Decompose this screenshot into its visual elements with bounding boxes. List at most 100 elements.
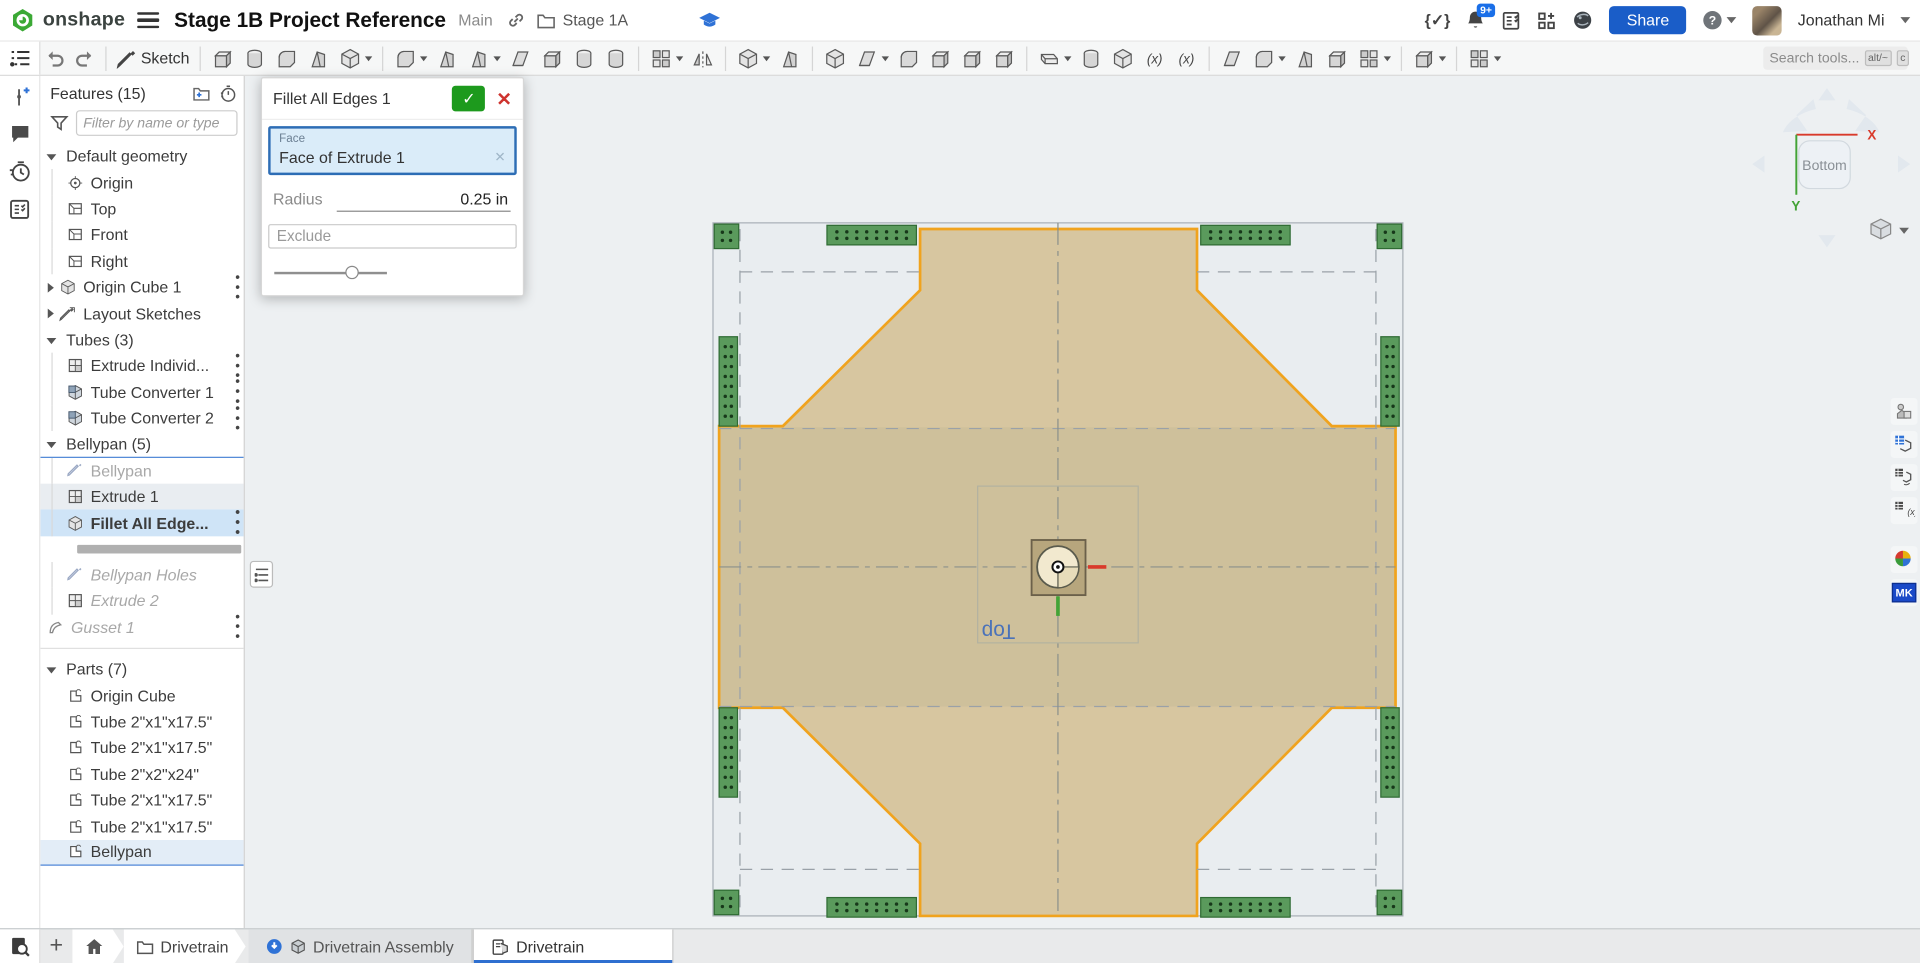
collapse-icon[interactable] (47, 668, 57, 674)
feature-filter-input[interactable] (76, 110, 238, 136)
release-management-icon[interactable] (1502, 10, 1522, 30)
feature-list-flyout-button[interactable] (250, 561, 273, 588)
feature-section-parts-7-[interactable]: Parts (7) (40, 656, 243, 682)
feature-section-default-geometry[interactable]: Default geometry (40, 143, 243, 169)
expand-icon[interactable] (48, 309, 54, 319)
view-options-button[interactable] (1871, 219, 1909, 239)
hole-tool-button[interactable] (568, 42, 600, 75)
featurescript-status-icon[interactable]: {✓} (1425, 10, 1451, 30)
confirm-button[interactable]: ✓ (452, 86, 485, 112)
feature-item[interactable]: Gusset 1••• (40, 614, 243, 640)
point-tool-button[interactable] (1107, 42, 1139, 75)
face-selection-field[interactable]: Face Face of Extrude 1 ✕ (268, 126, 517, 175)
fillet-tool-button[interactable] (389, 42, 431, 75)
home-tab[interactable] (72, 929, 123, 963)
draft-tool-button[interactable] (463, 42, 505, 75)
configurations-icon[interactable] (8, 86, 31, 109)
bom-table-icon[interactable] (1891, 431, 1918, 458)
tab-drivetrain-assembly[interactable]: Drivetrain Assembly (248, 929, 472, 963)
mk-app-icon[interactable]: MK (1891, 579, 1918, 606)
user-menu-chevron-icon[interactable] (1900, 17, 1910, 23)
named-view-tool-button[interactable] (1408, 42, 1450, 75)
part-item[interactable]: Tube 2"x1"x17.5" (40, 709, 243, 735)
part-item[interactable]: Tube 2"x2"x24" (40, 761, 243, 787)
learning-center-icon[interactable] (699, 12, 720, 29)
delete-face-tool-button[interactable] (988, 42, 1020, 75)
rollback-bar[interactable] (77, 545, 241, 554)
radius-input[interactable]: 0.25 in (337, 190, 511, 212)
custom-tables-icon[interactable] (7, 197, 31, 221)
transform-tool-button[interactable] (819, 42, 851, 75)
sheet-metal-table-tool-button[interactable] (1353, 42, 1395, 75)
create-folder-icon[interactable] (192, 86, 210, 102)
feature-item[interactable]: Extrude 2 (40, 588, 243, 614)
undo-button[interactable] (40, 42, 69, 75)
offset-surface-tool-button[interactable] (851, 42, 893, 75)
slider-knob[interactable] (345, 266, 358, 279)
part-item[interactable]: Tube 2"x1"x17.5" (40, 735, 243, 761)
part-item[interactable]: Tube 2"x1"x17.5" (40, 814, 243, 840)
extrude-tool-button[interactable] (207, 42, 239, 75)
variable-tool-button[interactable]: (x) (1138, 42, 1170, 75)
boolean-tool-button[interactable] (732, 42, 774, 75)
view-cube[interactable]: Bottom X Y (1742, 83, 1920, 254)
part-item[interactable]: Tube 2"x1"x17.5" (40, 787, 243, 813)
workspace-name[interactable]: Main (458, 11, 493, 29)
feature-item[interactable]: Bellypan Holes (40, 562, 243, 588)
feature-statistics-icon[interactable] (219, 84, 236, 102)
featurescript-tool-button[interactable]: (x) (1170, 42, 1202, 75)
feature-item[interactable]: Tube Converter 2••• (40, 405, 243, 431)
corner-break-tool-button[interactable] (1321, 42, 1353, 75)
feature-item[interactable]: Layout Sketches (40, 300, 243, 326)
document-title[interactable]: Stage 1B Project Reference (174, 8, 446, 32)
feature-item[interactable]: Front (40, 222, 243, 248)
mirror-tool-button[interactable] (687, 42, 719, 75)
drag-handle[interactable]: ••• (230, 613, 238, 642)
feature-item[interactable]: Extrude Individ...••• (40, 353, 243, 379)
color-app-icon[interactable] (1891, 546, 1918, 573)
drag-handle[interactable]: ••• (230, 404, 238, 433)
sketch-button[interactable]: Sketch (113, 42, 194, 75)
bend-tool-button[interactable] (1289, 42, 1321, 75)
collapse-icon[interactable] (47, 155, 57, 161)
opacity-slider[interactable] (274, 266, 510, 281)
loft-tool-button[interactable] (302, 42, 334, 75)
thread-tool-button[interactable] (600, 42, 632, 75)
toggle-feature-list-button[interactable] (0, 42, 40, 75)
new-tab-button[interactable]: + (40, 929, 72, 963)
help-menu-button[interactable]: ? (1702, 10, 1736, 31)
redo-button[interactable] (70, 42, 99, 75)
linear-pattern-tool-button[interactable] (645, 42, 687, 75)
fill-tool-button[interactable] (892, 42, 924, 75)
custom-feature-tool-button[interactable] (1463, 42, 1505, 75)
drag-handle[interactable]: ••• (230, 273, 238, 302)
feature-item[interactable]: Tube Converter 1••• (40, 379, 243, 405)
feature-section-tubes-3-[interactable]: Tubes (3) (40, 327, 243, 353)
user-avatar[interactable] (1752, 6, 1781, 35)
comments-icon[interactable] (8, 122, 31, 145)
cancel-button[interactable]: ✕ (493, 88, 516, 110)
onshape-logo[interactable]: onshape (10, 7, 125, 33)
exclude-field[interactable]: Exclude (268, 224, 517, 248)
variables-panel-icon[interactable]: (x) (1891, 497, 1918, 524)
measure-icon[interactable] (1891, 464, 1918, 491)
rib-tool-button[interactable] (504, 42, 536, 75)
part-item[interactable]: Bellypan (40, 840, 243, 866)
app-store-icon[interactable] (1537, 10, 1557, 30)
thicken-tool-button[interactable] (334, 42, 376, 75)
chamfer-tool-button[interactable] (431, 42, 463, 75)
flange-tool-button[interactable] (1247, 42, 1289, 75)
collapse-icon[interactable] (47, 442, 57, 448)
copy-link-icon[interactable] (507, 11, 525, 29)
share-button[interactable]: Share (1610, 6, 1687, 34)
feature-item[interactable]: Fillet All Edge...••• (40, 510, 243, 536)
feature-section-bellypan-5-[interactable]: Bellypan (5) (40, 431, 243, 457)
notifications-button[interactable]: 9+ (1466, 10, 1486, 31)
feature-item[interactable]: Extrude 1 (40, 484, 243, 510)
replace-face-tool-button[interactable] (956, 42, 988, 75)
filter-icon[interactable] (50, 114, 68, 131)
history-icon[interactable] (7, 159, 31, 183)
origin-cube-part[interactable] (1032, 540, 1086, 595)
main-menu-button[interactable] (137, 8, 159, 32)
render-studio-icon[interactable] (1573, 10, 1594, 31)
